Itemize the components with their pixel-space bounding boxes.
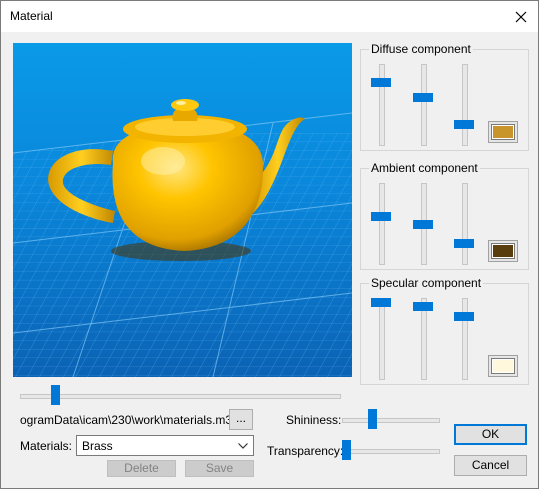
shininess-label: Shininess: (286, 413, 342, 427)
ambient-green-slider[interactable] (413, 220, 433, 230)
save-button[interactable]: Save (185, 460, 254, 477)
ambient-red-track (379, 183, 385, 265)
ambient-color-swatch (491, 243, 515, 259)
close-button[interactable] (504, 1, 538, 32)
cancel-button-label: Cancel (471, 458, 510, 472)
window-title: Material (10, 9, 53, 23)
shininess-track (342, 418, 440, 423)
transparency-label: Transparency: (267, 444, 344, 458)
specular-red-slider[interactable] (371, 298, 391, 308)
transparency-track (342, 449, 440, 454)
diffuse-blue-slider[interactable] (454, 120, 474, 130)
specular-green-slider[interactable] (413, 301, 433, 311)
materials-select[interactable]: Brass (76, 435, 254, 456)
materials-selected-value: Brass (82, 439, 113, 453)
diffuse-green-slider[interactable] (413, 93, 433, 103)
specular-blue-track (462, 298, 468, 380)
diffuse-component-group: Diffuse component (360, 42, 529, 151)
specular-red-track (379, 298, 385, 380)
title-bar: Material (1, 1, 538, 32)
ambient-component-group: Ambient component (360, 161, 529, 270)
teapot-preview (13, 43, 352, 377)
diffuse-blue-track (462, 64, 468, 146)
diffuse-color-button[interactable] (488, 121, 518, 143)
material-dialog: Material Diffuse component Ambient compo… (0, 0, 539, 489)
material-file-path: ogramData\icam\230\work\materials.m3d (20, 413, 239, 427)
specular-color-button[interactable] (488, 355, 518, 377)
diffuse-color-swatch (491, 124, 515, 140)
zoom-slider-track (20, 394, 341, 399)
chevron-down-icon (238, 443, 248, 449)
specular-color-swatch (491, 358, 515, 374)
diffuse-component-label: Diffuse component (369, 42, 473, 56)
browse-button-label: ... (235, 411, 246, 425)
browse-button[interactable]: ... (229, 409, 253, 430)
ambient-color-button[interactable] (488, 240, 518, 262)
ambient-component-label: Ambient component (369, 161, 480, 175)
delete-button-label: Delete (124, 461, 159, 475)
specular-component-label: Specular component (369, 276, 484, 290)
ok-button[interactable]: OK (454, 424, 527, 445)
specular-blue-slider[interactable] (454, 312, 474, 322)
ambient-blue-track (462, 183, 468, 265)
cancel-button[interactable]: Cancel (454, 455, 527, 476)
material-preview-viewport[interactable] (13, 43, 352, 377)
ok-button-label: OK (481, 427, 500, 441)
delete-button[interactable]: Delete (107, 460, 176, 477)
materials-label: Materials: (20, 439, 73, 453)
save-button-label: Save (205, 461, 234, 475)
specular-component-group: Specular component (360, 276, 529, 385)
transparency-slider[interactable] (342, 440, 351, 460)
ambient-red-slider[interactable] (371, 212, 391, 222)
ambient-blue-slider[interactable] (454, 239, 474, 249)
diffuse-red-slider[interactable] (371, 77, 391, 87)
zoom-slider[interactable] (51, 385, 60, 405)
diffuse-green-track (421, 64, 427, 146)
shininess-slider[interactable] (368, 409, 378, 429)
close-icon (515, 11, 527, 22)
diffuse-red-track (379, 64, 385, 146)
